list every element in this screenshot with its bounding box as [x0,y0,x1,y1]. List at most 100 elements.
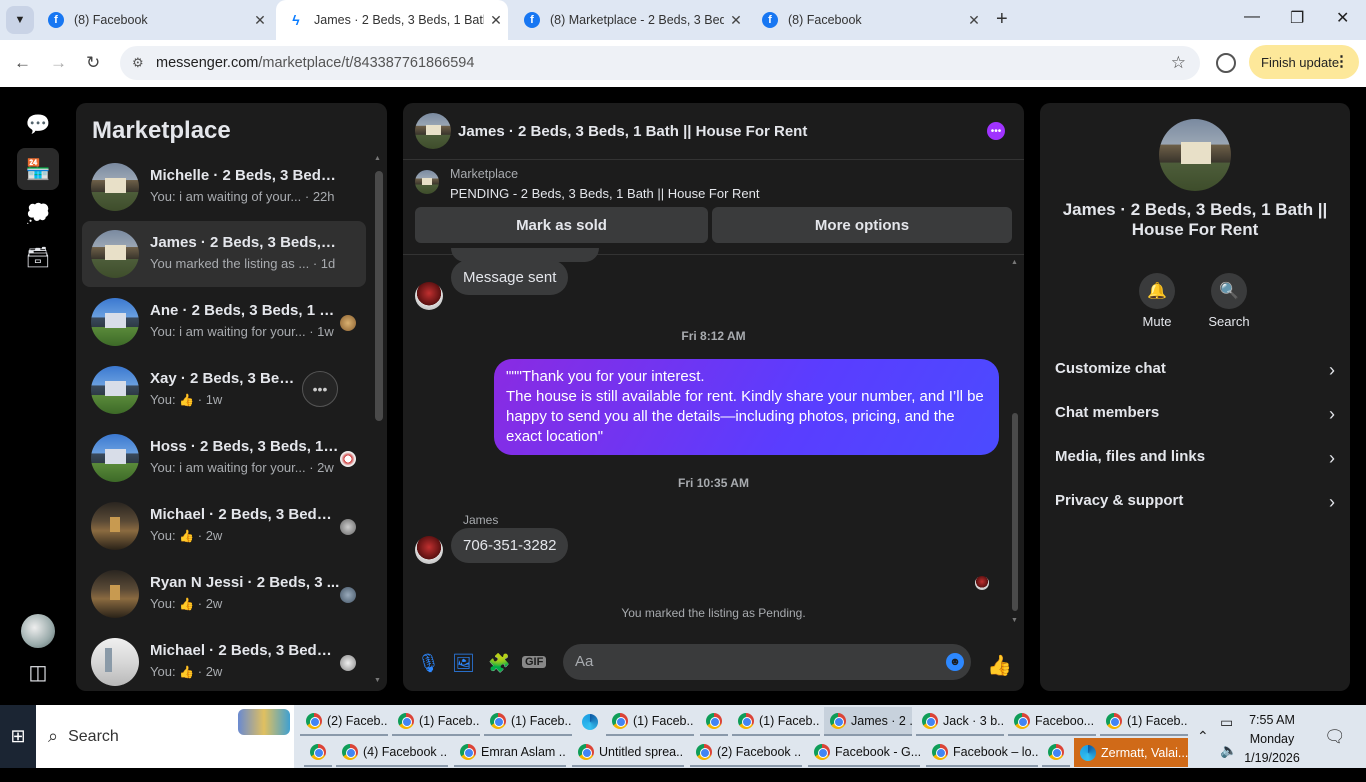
photo-icon[interactable]: 🖼 [452,653,475,674]
chat-title[interactable]: James · 2 Beds, 3 Beds, 1 Bath || House … [458,123,807,140]
conversation-item-selected[interactable]: James · 2 Beds, 3 Beds, 1... You marked … [82,221,366,287]
taskbar-label: (1) Faceb... [419,713,480,728]
conversation-item[interactable]: Michael · 2 Beds, 3 Beds,... You: 👍 · 2w [82,629,366,691]
message-bubble-incoming[interactable]: 706-351-3282 [451,528,569,563]
tab-search-chevron-icon[interactable]: ▼ [6,6,34,34]
conversation-more-options-button[interactable]: ••• [302,371,338,407]
edge-taskbar-button[interactable]: Zermatt, Valai... [1074,738,1188,767]
emoji-icon[interactable]: ☻ [946,653,964,671]
tray-chevron-icon[interactable]: ⌃ [1197,705,1209,768]
scroll-down-icon[interactable]: ▼ [374,677,381,684]
taskbar-button[interactable]: Untitled sprea... [572,738,684,767]
sender-avatar[interactable] [415,536,443,564]
customize-chat-row[interactable]: Customize chat › [1055,360,1335,384]
chat-avatar[interactable] [415,113,451,149]
scroll-down-icon[interactable]: ▼ [1011,617,1018,624]
sticker-icon[interactable]: 🧩 [488,653,510,674]
taskbar-button[interactable]: Jack · 3 b... [916,707,1004,736]
site-info-icon[interactable]: ⚙ [132,55,156,71]
scrollbar-thumb[interactable] [375,171,383,421]
tab-facebook-1[interactable]: f (8) Facebook ✕ [36,0,272,40]
archive-icon[interactable]: 🗃 [17,236,59,278]
scroll-up-icon[interactable]: ▲ [1011,259,1018,266]
taskbar-button-active[interactable]: James · 2 ... [824,707,912,736]
close-tab-icon[interactable]: ✕ [248,12,272,29]
mute-button[interactable]: 🔔 Mute [1122,273,1192,329]
windows-start-icon[interactable]: ⊞ [0,705,36,768]
listing-status[interactable]: PENDING - 2 Beds, 3 Beds, 1 Bath || Hous… [450,186,760,201]
search-icon: ⌕ [48,726,59,746]
listing-thumbnail[interactable] [415,170,439,194]
taskbar-button[interactable]: Faceboo... [1008,707,1096,736]
listing-thumbnail [91,502,139,550]
taskbar-button[interactable]: (1) Faceb... [1100,707,1188,736]
close-tab-icon[interactable]: ✕ [484,12,508,29]
marketplace-icon[interactable]: 🏪 [17,148,59,190]
conversation-item[interactable]: Xay · 2 Beds, 3 Beds, 1 B You: 👍 · 1w ••… [82,357,366,423]
sender-avatar[interactable] [415,282,443,310]
conversation-item[interactable]: Hoss · 2 Beds, 3 Beds, 1 ... You: i am w… [82,425,366,491]
taskbar-button[interactable]: (4) Facebook ... [336,738,448,767]
taskbar-button[interactable]: (1) Faceb... [732,707,820,736]
minimize-icon[interactable]: — [1244,8,1260,26]
menu-dots-icon[interactable]: ⋮ [1334,52,1349,70]
user-avatar[interactable] [21,614,55,648]
taskbar-button[interactable]: Emran Aslam ... [454,738,566,767]
taskbar-search-box[interactable]: ⌕ Search [36,705,294,768]
new-tab-icon[interactable]: + [996,8,1008,31]
privacy-support-row[interactable]: Privacy & support › [1055,492,1335,516]
notifications-icon[interactable]: 🗨 [1324,705,1346,768]
chat-scrollbar[interactable] [1012,413,1018,611]
chats-icon[interactable]: 💬 [17,103,59,145]
scroll-up-icon[interactable]: ▲ [374,155,381,162]
taskbar-button[interactable]: Facebook - G... [808,738,920,767]
microphone-icon[interactable]: 🎙 [417,653,440,674]
more-options-button[interactable]: More options [712,207,1012,243]
message-bubble-incoming[interactable]: Message sent [451,260,569,295]
conversation-item[interactable]: Ane · 2 Beds, 3 Beds, 1 B... You: i am w… [82,289,366,355]
taskbar-button[interactable]: Facebook – lo... [926,738,1038,767]
requests-icon[interactable]: 💭 [17,192,59,234]
chat-header: James · 2 Beds, 3 Beds, 1 Bath || House … [403,103,1024,160]
gif-icon[interactable]: GIF [522,656,547,668]
taskbar-button[interactable]: (1) Faceb... [392,707,480,736]
toggle-sidebar-icon[interactable]: ◫ [17,651,59,693]
taskbar-button[interactable] [1042,738,1070,767]
conversation-item[interactable]: Michael · 2 Beds, 3 Beds,... You: 👍 · 2w [82,493,366,559]
reload-icon[interactable]: ↻ [86,53,100,73]
taskbar-clock[interactable]: 7:55 AM Monday 1/19/2026 [1236,711,1308,768]
message-bubble-outgoing[interactable]: """Thank you for your interest. The hous… [494,359,999,455]
back-icon[interactable]: ← [14,53,31,73]
copilot-taskbar-button[interactable] [576,707,602,736]
message-input[interactable]: Aa [563,644,971,680]
taskbar-button[interactable]: (1) Faceb... [606,707,694,736]
taskbar-button[interactable]: (2) Faceb... [300,707,388,736]
conversation-info-icon[interactable]: ••• [987,122,1005,140]
bookmark-star-icon[interactable]: ☆ [1171,53,1186,73]
chat-members-row[interactable]: Chat members › [1055,404,1335,428]
listing-avatar-large[interactable] [1159,119,1231,191]
restore-icon[interactable]: ❐ [1290,8,1304,28]
volume-icon[interactable]: 🔈 [1220,719,1237,782]
search-button[interactable]: 🔍 Search [1194,273,1264,329]
address-bar[interactable]: ⚙ messenger.com/marketplace/t/8433877618… [120,46,1200,80]
close-tab-icon[interactable]: ✕ [724,12,748,29]
profile-icon[interactable] [1216,53,1236,73]
media-files-links-row[interactable]: Media, files and links › [1055,448,1335,472]
tab-marketplace[interactable]: f (8) Marketplace - 2 Beds, 3 Beds ✕ [512,0,748,40]
nav-rail: 💬 🏪 💭 🗃 ◫ [0,87,76,705]
conversation-item[interactable]: Michelle · 2 Beds, 3 Beds... You: i am w… [82,154,366,220]
taskbar-button[interactable]: (2) Facebook ... [690,738,802,767]
taskbar-button[interactable]: (1) Faceb... [484,707,572,736]
close-window-icon[interactable]: ✕ [1336,8,1349,28]
forward-icon[interactable]: → [50,53,67,73]
taskbar-button[interactable] [304,738,332,767]
mark-as-sold-button[interactable]: Mark as sold [415,207,708,243]
tab-facebook-2[interactable]: f (8) Facebook ✕ [750,0,986,40]
close-tab-icon[interactable]: ✕ [962,12,986,29]
finish-update-button[interactable]: Finish update ⋮ [1249,45,1359,79]
tab-messenger-james[interactable]: ϟ James · 2 Beds, 3 Beds, 1 Bath || ✕ [276,0,508,40]
like-thumb-icon[interactable]: 👍 [987,653,1012,678]
conversation-item[interactable]: Ryan N Jessi · 2 Beds, 3 ... You: 👍 · 2w [82,561,366,627]
taskbar-button[interactable] [700,707,728,736]
